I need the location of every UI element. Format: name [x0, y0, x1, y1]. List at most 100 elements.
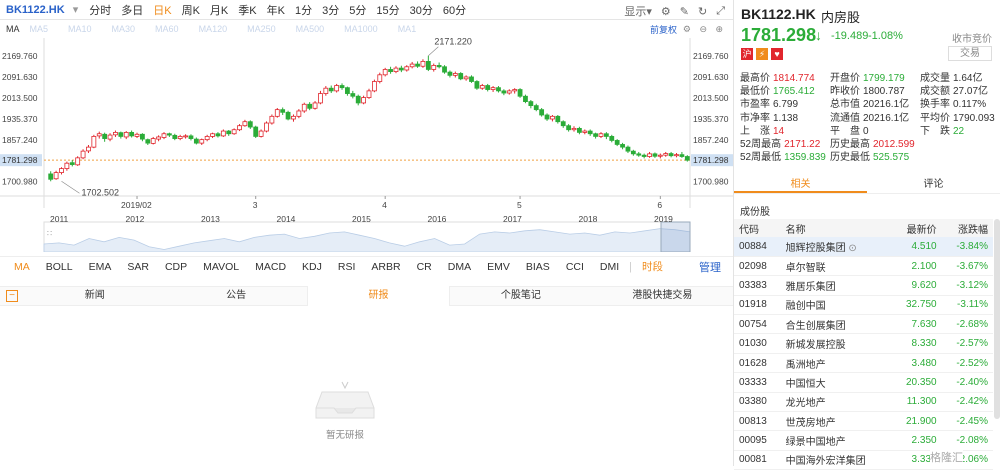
period-tab[interactable]: 60分 — [443, 2, 466, 18]
candle[interactable] — [334, 83, 340, 93]
candle[interactable] — [80, 149, 86, 160]
tab-comments[interactable]: 评论 — [867, 176, 1000, 193]
refresh-icon[interactable]: ↻ — [698, 5, 707, 18]
candle[interactable] — [226, 129, 232, 136]
candle[interactable] — [452, 71, 458, 78]
period-tab[interactable]: 3分 — [322, 2, 339, 18]
pen-icon[interactable]: ✎ — [680, 5, 689, 18]
candle[interactable] — [183, 134, 188, 139]
candle[interactable] — [355, 94, 361, 106]
period-tab[interactable]: 日K — [153, 2, 171, 18]
candle[interactable] — [555, 114, 561, 124]
ma-item[interactable]: MA1000 — [344, 24, 378, 34]
fullscreen-icon[interactable]: ⤢ — [716, 5, 725, 18]
indicator-item[interactable]: EMV — [487, 261, 510, 273]
candle[interactable] — [258, 129, 264, 138]
timeline-navigator[interactable]: 2011 2012 2013 2014 2015 2016 2017 2018 2019 ∷ — [0, 212, 733, 252]
lightning-icon[interactable]: ⚡ — [756, 48, 768, 60]
candle[interactable] — [345, 86, 350, 96]
news-tab[interactable]: 公告 — [165, 286, 306, 306]
candle[interactable] — [318, 90, 323, 105]
candle[interactable] — [166, 132, 172, 137]
candle[interactable] — [307, 102, 313, 111]
candle[interactable] — [145, 138, 151, 145]
col-code[interactable]: 代码 — [734, 219, 781, 237]
candle[interactable] — [550, 114, 555, 122]
indicator-item[interactable]: DMA — [448, 261, 471, 273]
candle[interactable] — [301, 102, 307, 113]
ma-item[interactable]: MA60 — [155, 24, 179, 34]
candle[interactable] — [663, 151, 669, 157]
candle[interactable] — [382, 67, 388, 77]
candle[interactable] — [523, 94, 528, 104]
candle[interactable] — [371, 79, 377, 93]
period-tab[interactable]: 1分 — [295, 2, 312, 18]
candle[interactable] — [577, 126, 582, 135]
shift-button[interactable]: 时段 — [642, 259, 663, 274]
candle[interactable] — [253, 125, 259, 139]
candle[interactable] — [609, 134, 615, 143]
candle[interactable] — [517, 88, 523, 98]
candle[interactable] — [490, 86, 496, 92]
col-pct[interactable]: 涨跌幅 — [941, 219, 993, 237]
symbol-label[interactable]: BK1122.HK — [6, 4, 65, 16]
candle[interactable] — [425, 55, 431, 72]
ma-item[interactable]: MA120 — [199, 24, 228, 34]
table-row[interactable]: 00813 世茂房地产 21.900 -2.45% — [734, 411, 993, 432]
candle[interactable] — [415, 61, 420, 68]
candle[interactable] — [442, 65, 447, 74]
indicator-item[interactable]: SAR — [127, 261, 149, 273]
candle[interactable] — [614, 139, 620, 147]
table-row[interactable]: 01030 新城发展控股 8.330 -2.57% — [734, 333, 993, 354]
ma-item[interactable]: MA5 — [30, 24, 49, 34]
candle[interactable] — [237, 124, 242, 132]
adjust-button[interactable]: 前复权 — [650, 23, 677, 36]
candle[interactable] — [641, 153, 647, 159]
scrollbar[interactable] — [994, 219, 1000, 419]
col-name[interactable]: 名称 — [780, 219, 892, 237]
candle[interactable] — [48, 171, 54, 182]
candle[interactable] — [398, 65, 404, 73]
candle[interactable] — [674, 153, 679, 158]
col-price[interactable]: 最新价 — [891, 219, 942, 237]
candle[interactable] — [388, 66, 393, 74]
indicator-item[interactable]: MAVOL — [203, 261, 239, 273]
candle[interactable] — [188, 134, 194, 141]
candle[interactable] — [544, 113, 550, 121]
indicator-item[interactable]: BOLL — [46, 261, 73, 273]
indicator-item[interactable]: BIAS — [526, 261, 550, 273]
navigator-handle-icon[interactable]: ∷ — [47, 229, 52, 238]
table-row[interactable]: 03380 龙光地产 11.300 -2.42% — [734, 392, 993, 413]
candle[interactable] — [485, 83, 491, 92]
news-tab[interactable]: 研报 — [306, 286, 451, 306]
candle[interactable] — [274, 108, 280, 118]
candle[interactable] — [496, 86, 501, 93]
candle[interactable] — [431, 63, 437, 72]
candle[interactable] — [436, 62, 442, 69]
candle[interactable] — [296, 109, 302, 119]
candle[interactable] — [59, 167, 64, 175]
candle[interactable] — [587, 129, 593, 136]
candle[interactable] — [366, 88, 372, 99]
candle[interactable] — [630, 149, 636, 156]
indicator-item[interactable]: DMI — [600, 261, 619, 273]
candle[interactable] — [210, 132, 215, 139]
candle[interactable] — [463, 75, 469, 81]
indicator-item[interactable]: ARBR — [371, 261, 400, 273]
chevron-down-icon[interactable]: ▾ — [73, 3, 79, 16]
indicator-item[interactable]: CDP — [165, 261, 187, 273]
ma-item[interactable]: MA250 — [247, 24, 276, 34]
indicator-item[interactable]: CCI — [566, 261, 584, 273]
eye-icon[interactable]: ⊙ — [846, 243, 856, 254]
candle[interactable] — [625, 145, 631, 154]
navigator-window[interactable] — [660, 221, 691, 252]
connect-icon[interactable]: 沪 — [741, 48, 753, 60]
collapse-icon[interactable]: − — [6, 290, 18, 302]
candle[interactable] — [566, 124, 572, 132]
table-row[interactable]: 00884 旭辉控股集团 ⊙ 4.510 -3.84% — [734, 237, 993, 257]
candle[interactable] — [140, 133, 145, 142]
candle[interactable] — [603, 132, 609, 140]
candle[interactable] — [150, 136, 156, 145]
period-tab[interactable]: 多日 — [121, 2, 143, 18]
candle[interactable] — [269, 114, 275, 125]
